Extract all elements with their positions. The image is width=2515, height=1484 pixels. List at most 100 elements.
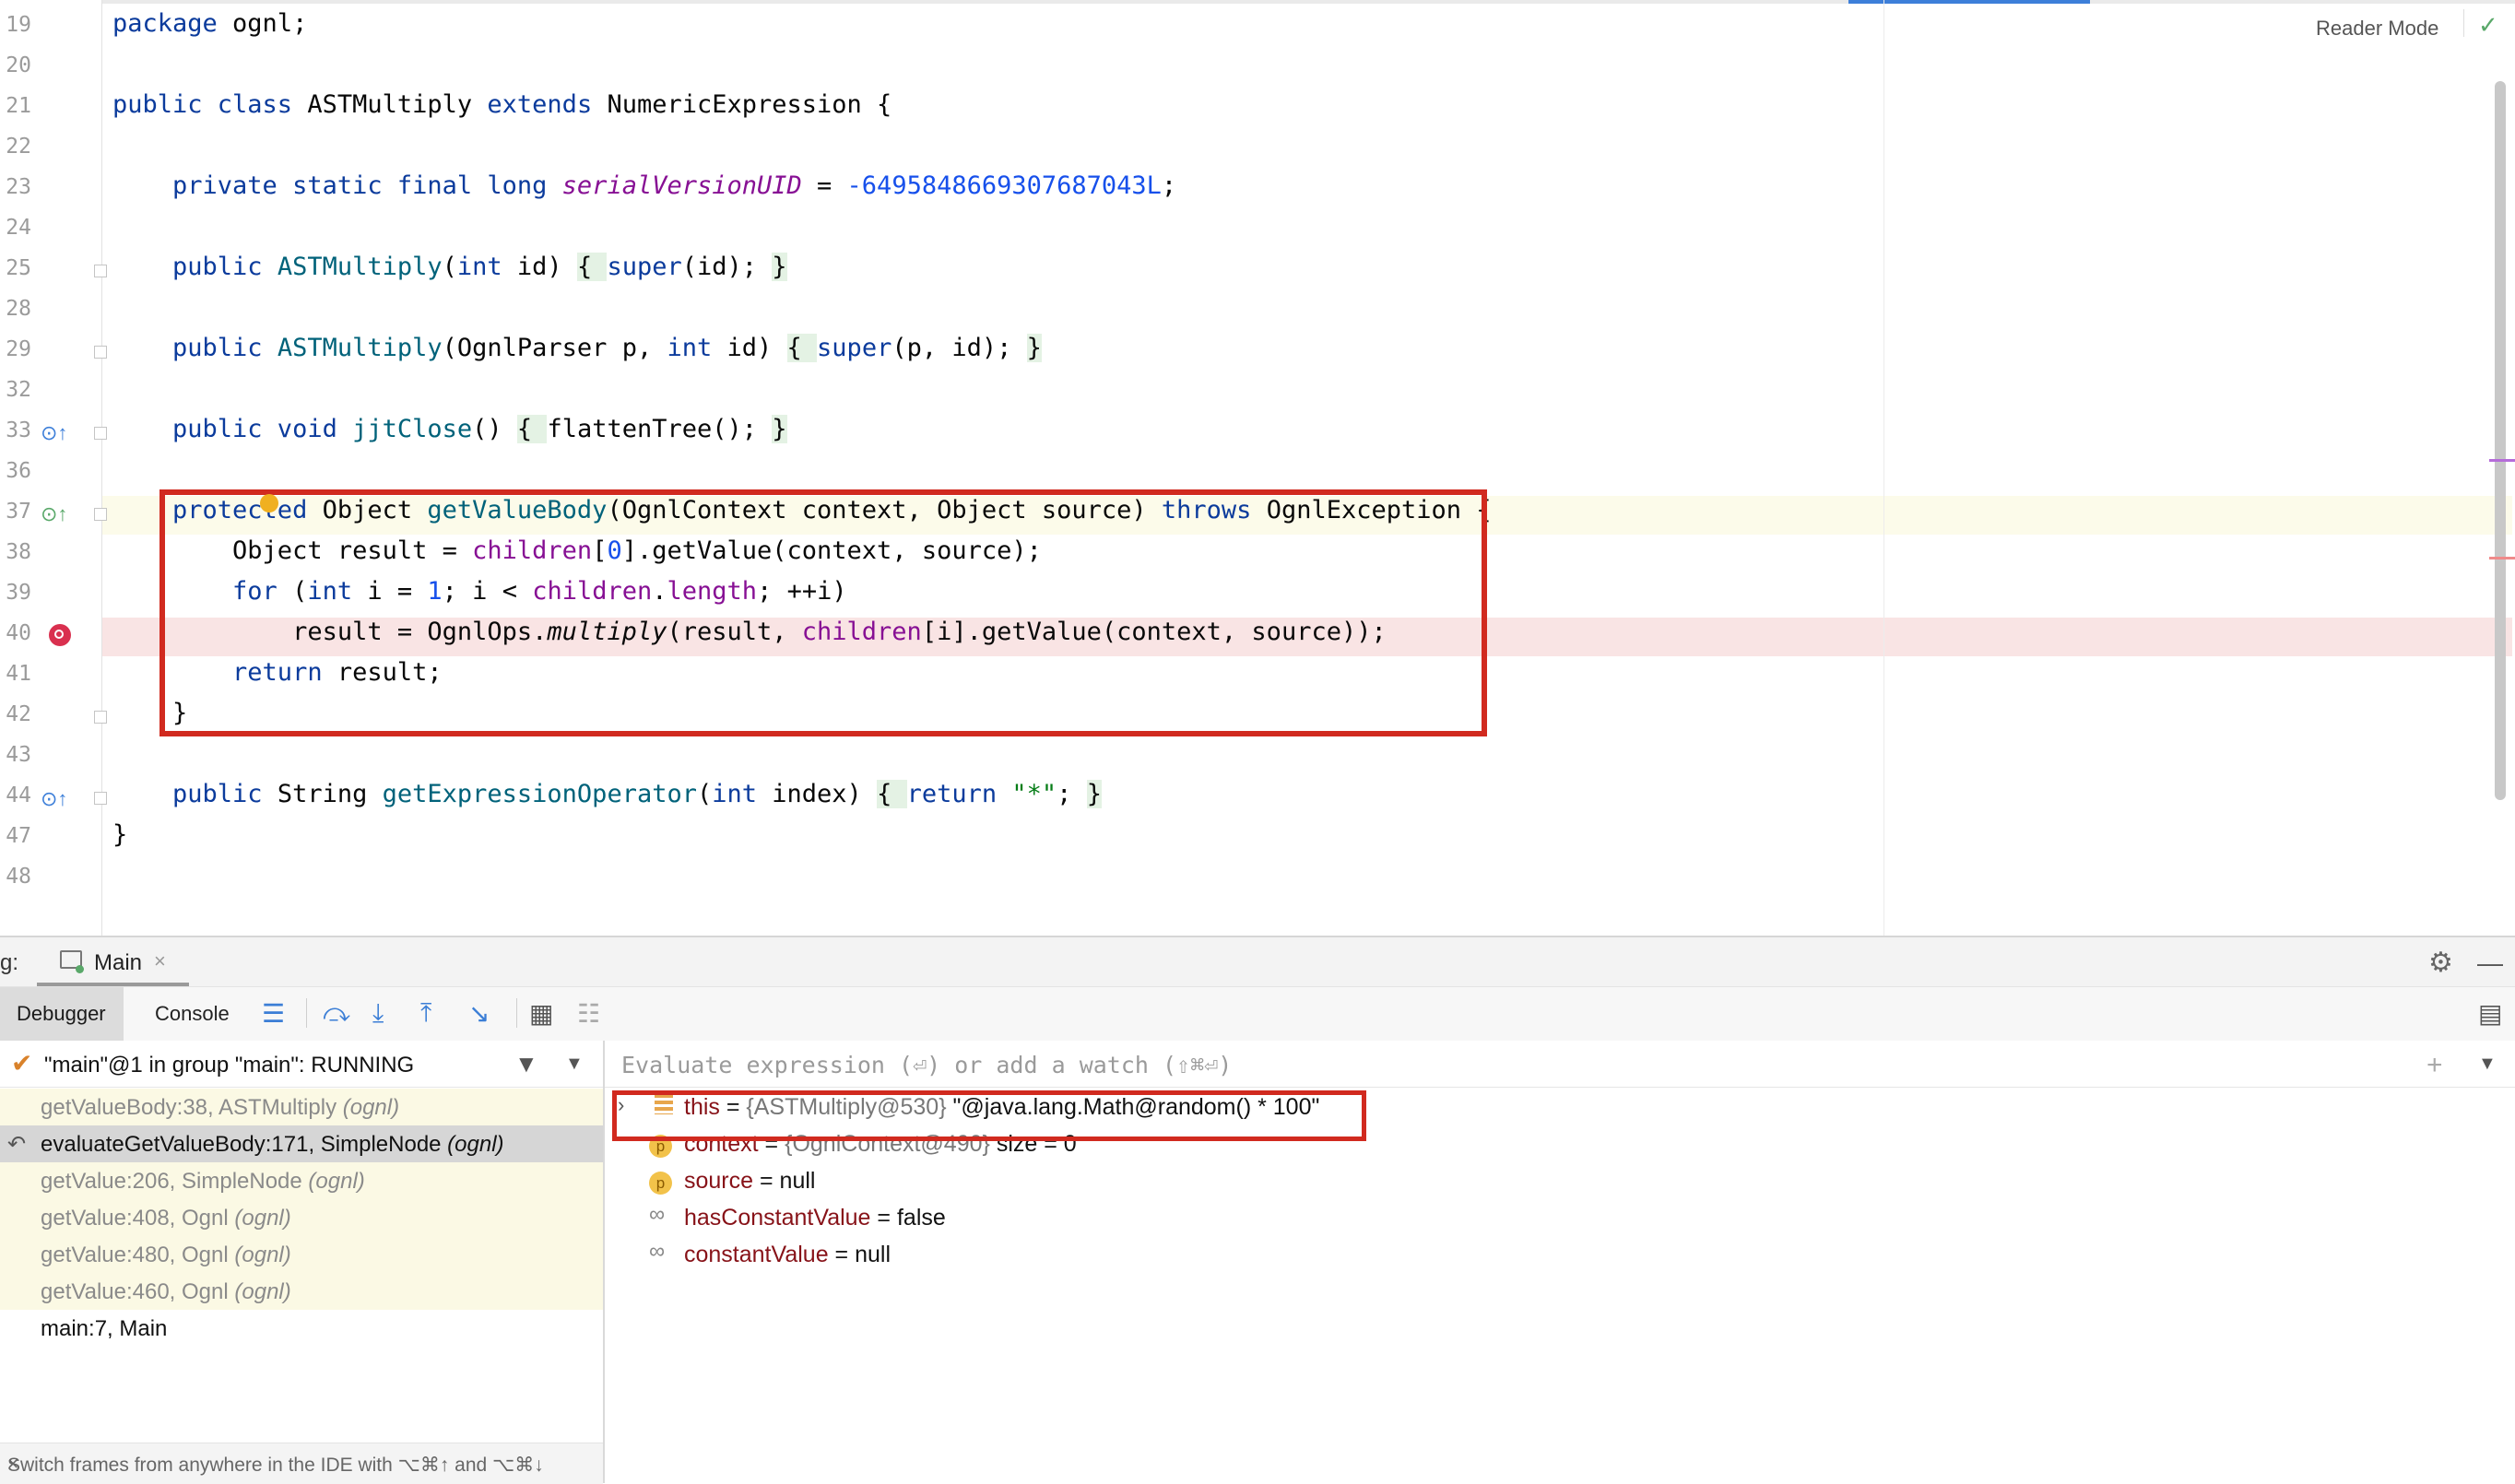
debug-tool-window-header: g: Main × ⚙ — — [0, 937, 2515, 986]
line-number[interactable]: 44 — [0, 783, 31, 807]
evaluate-expression-icon[interactable]: ▦ — [529, 998, 553, 1029]
fold-icon[interactable] — [94, 711, 107, 724]
code-token: } — [112, 820, 128, 849]
fold-icon[interactable] — [94, 792, 107, 805]
step-out-icon[interactable]: ⤒ — [420, 998, 431, 1029]
fold-icon[interactable] — [94, 346, 107, 359]
frame-method: getValue:408, Ognl — [41, 1206, 229, 1231]
parameter-icon: p — [649, 1168, 672, 1195]
evaluate-bar: + ▼ — [605, 1041, 2515, 1089]
code-token: public void — [112, 415, 353, 443]
code-token: ASTMultiply — [277, 334, 443, 362]
line-number[interactable]: 32 — [0, 378, 31, 402]
stack-frame[interactable]: main:7, Main — [0, 1310, 603, 1347]
error-stripe-mark[interactable] — [2489, 459, 2515, 462]
line-number[interactable]: 29 — [0, 337, 31, 361]
code-line[interactable]: public ASTMultiply(OgnlParser p, int id)… — [112, 334, 1042, 362]
code-token: id) — [726, 334, 787, 362]
line-number[interactable]: 37 — [0, 500, 31, 524]
filter-icon[interactable]: ▼ — [514, 1050, 538, 1078]
close-icon[interactable]: × — [154, 949, 166, 973]
layout-settings-icon[interactable]: ▤ — [2478, 998, 2502, 1029]
toolbar-divider — [516, 998, 517, 1028]
variable-row[interactable]: ∞ constantValue = null — [605, 1236, 2515, 1273]
stack-frame[interactable]: getValue:408, Ognl (ognl) — [0, 1199, 603, 1236]
line-number[interactable]: 21 — [0, 94, 31, 118]
code-line[interactable]: } — [112, 820, 127, 849]
trace-stream-icon[interactable]: ☷ — [577, 998, 600, 1029]
close-icon[interactable]: × — [7, 1454, 18, 1476]
stack-frame[interactable]: getValue:206, SimpleNode (ognl) — [0, 1162, 603, 1199]
frames-list-icon[interactable]: ☰ — [262, 998, 285, 1029]
code-token: package — [112, 9, 233, 38]
minimize-icon[interactable]: — — [2477, 948, 2503, 978]
variable-row[interactable]: ∞ hasConstantValue = false — [605, 1199, 2515, 1236]
stack-frame[interactable]: ↶ evaluateGetValueBody:171, SimpleNode (o… — [0, 1125, 603, 1162]
implements-marker-icon[interactable]: ⊙↑ — [41, 421, 67, 445]
line-number[interactable]: 41 — [0, 662, 31, 686]
breakpoint-icon[interactable] — [49, 624, 71, 646]
code-line[interactable]: package ognl; — [112, 9, 307, 38]
watch-glasses-icon: ∞ — [649, 1239, 666, 1264]
chevron-down-icon[interactable]: ▼ — [2478, 1054, 2497, 1075]
running-indicator-icon — [76, 965, 84, 973]
line-number[interactable]: 19 — [0, 13, 31, 37]
line-number[interactable]: 24 — [0, 216, 31, 240]
code-token: "*" — [1011, 780, 1057, 808]
tab-console[interactable]: Console — [155, 1002, 230, 1026]
frame-package: (ognl) — [301, 1169, 365, 1194]
stack-frame[interactable]: getValueBody:38, ASTMultiply (ognl) — [0, 1089, 603, 1125]
code-token: public — [112, 780, 277, 808]
code-token: int — [667, 334, 727, 362]
tab-debugger[interactable]: Debugger — [0, 987, 124, 1041]
code-editor[interactable]: 19 20 21 22 23 24 25 28 29 32 33 36 37 38 39 40 41 42 43 44… — [0, 0, 2515, 937]
code-line[interactable]: public String getExpressionOperator(int … — [112, 780, 1102, 808]
frames-hint: Switch frames from anywhere in the IDE w… — [0, 1443, 603, 1484]
code-line[interactable]: public class ASTMultiply extends Numeric… — [112, 90, 891, 119]
code-token: (p, id); — [891, 334, 1027, 362]
line-number[interactable]: 28 — [0, 297, 31, 321]
line-number[interactable]: 22 — [0, 135, 31, 159]
editor-scrollbar[interactable] — [2495, 81, 2506, 800]
code-token: String — [277, 780, 383, 808]
line-number[interactable]: 39 — [0, 581, 31, 605]
line-number[interactable]: 47 — [0, 824, 31, 848]
fold-icon[interactable] — [94, 427, 107, 440]
line-number[interactable]: 33 — [0, 418, 31, 442]
line-number[interactable]: 48 — [0, 865, 31, 889]
step-into-icon[interactable]: ⤓ — [372, 998, 384, 1029]
line-number[interactable]: 25 — [0, 256, 31, 280]
watch-glasses-icon: ∞ — [649, 1202, 666, 1227]
variable-row[interactable]: p source = null — [605, 1162, 2515, 1199]
step-over-icon[interactable]: ⤼ — [323, 998, 350, 1029]
line-number[interactable]: 38 — [0, 540, 31, 564]
breakpoint-stripe-mark[interactable] — [2489, 557, 2515, 559]
gear-icon[interactable]: ⚙ — [2428, 947, 2453, 979]
chevron-down-icon[interactable]: ▼ — [565, 1054, 584, 1075]
line-number[interactable]: 42 — [0, 702, 31, 726]
line-number[interactable]: 36 — [0, 459, 31, 483]
reader-mode-button[interactable]: Reader Mode — [2316, 17, 2438, 41]
evaluate-expression-input[interactable] — [620, 1041, 2283, 1089]
annotation-box-getvaluebody — [159, 489, 1487, 736]
thread-selector[interactable]: ✔ "main"@1 in group "main": RUNNING ▼ ▼ — [0, 1041, 603, 1088]
code-line[interactable]: public ASTMultiply(int id) { super(id); … — [112, 253, 787, 281]
stack-frame[interactable]: getValue:460, Ognl (ognl) — [0, 1273, 603, 1310]
add-watch-icon[interactable]: + — [2426, 1050, 2443, 1081]
annotation-box-this — [612, 1090, 1366, 1141]
code-line[interactable]: private static final long serialVersionU… — [112, 171, 1176, 200]
override-marker-icon[interactable]: ⊙↑ — [41, 502, 67, 526]
line-number[interactable]: 43 — [0, 743, 31, 767]
line-number[interactable]: 23 — [0, 175, 31, 199]
implements-marker-icon[interactable]: ⊙↑ — [41, 787, 67, 811]
intention-bulb-icon[interactable] — [260, 494, 278, 512]
code-line[interactable]: public void jjtClose() { flattenTree(); … — [112, 415, 787, 443]
fold-icon[interactable] — [94, 508, 107, 521]
line-number[interactable]: 40 — [0, 621, 31, 645]
inspection-ok-icon[interactable]: ✓ — [2478, 11, 2498, 40]
run-session-tab[interactable]: Main × — [37, 937, 189, 986]
line-number[interactable]: 20 — [0, 53, 31, 77]
run-to-cursor-icon[interactable]: ↘ — [468, 998, 490, 1029]
stack-frame[interactable]: getValue:480, Ognl (ognl) — [0, 1236, 603, 1273]
fold-icon[interactable] — [94, 265, 107, 277]
